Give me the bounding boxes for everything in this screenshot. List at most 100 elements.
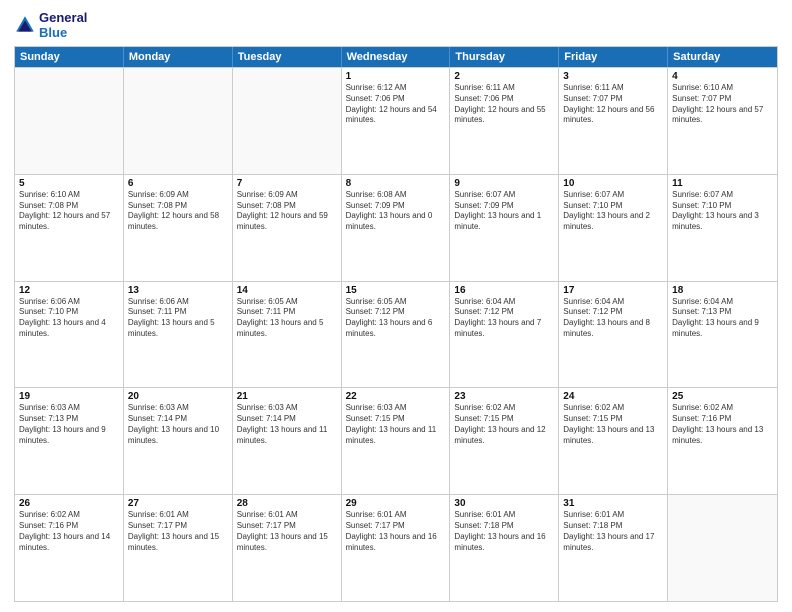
day-number: 7 [237, 178, 337, 189]
calendar-cell: 15Sunrise: 6:05 AM Sunset: 7:12 PM Dayli… [342, 282, 451, 388]
calendar-cell: 19Sunrise: 6:03 AM Sunset: 7:13 PM Dayli… [15, 388, 124, 494]
day-info: Sunrise: 6:04 AM Sunset: 7:13 PM Dayligh… [672, 297, 773, 340]
day-info: Sunrise: 6:04 AM Sunset: 7:12 PM Dayligh… [563, 297, 663, 340]
calendar-cell: 7Sunrise: 6:09 AM Sunset: 7:08 PM Daylig… [233, 175, 342, 281]
day-number: 17 [563, 285, 663, 296]
day-info: Sunrise: 6:07 AM Sunset: 7:09 PM Dayligh… [454, 190, 554, 233]
day-number: 28 [237, 498, 337, 509]
calendar-cell: 29Sunrise: 6:01 AM Sunset: 7:17 PM Dayli… [342, 495, 451, 601]
calendar-week-row: 5Sunrise: 6:10 AM Sunset: 7:08 PM Daylig… [15, 174, 777, 281]
day-number: 30 [454, 498, 554, 509]
day-info: Sunrise: 6:06 AM Sunset: 7:10 PM Dayligh… [19, 297, 119, 340]
day-info: Sunrise: 6:02 AM Sunset: 7:15 PM Dayligh… [454, 403, 554, 446]
day-info: Sunrise: 6:08 AM Sunset: 7:09 PM Dayligh… [346, 190, 446, 233]
calendar-cell: 1Sunrise: 6:12 AM Sunset: 7:06 PM Daylig… [342, 68, 451, 174]
calendar-cell: 25Sunrise: 6:02 AM Sunset: 7:16 PM Dayli… [668, 388, 777, 494]
weekday-header: Saturday [668, 47, 777, 67]
day-info: Sunrise: 6:02 AM Sunset: 7:15 PM Dayligh… [563, 403, 663, 446]
day-info: Sunrise: 6:11 AM Sunset: 7:06 PM Dayligh… [454, 83, 554, 126]
day-info: Sunrise: 6:01 AM Sunset: 7:17 PM Dayligh… [128, 510, 228, 553]
calendar-cell [15, 68, 124, 174]
calendar-week-row: 1Sunrise: 6:12 AM Sunset: 7:06 PM Daylig… [15, 67, 777, 174]
calendar-header: SundayMondayTuesdayWednesdayThursdayFrid… [15, 47, 777, 67]
day-number: 14 [237, 285, 337, 296]
day-info: Sunrise: 6:10 AM Sunset: 7:08 PM Dayligh… [19, 190, 119, 233]
weekday-header: Monday [124, 47, 233, 67]
logo-text: General Blue [39, 10, 87, 40]
day-number: 20 [128, 391, 228, 402]
logo: General Blue [14, 10, 87, 40]
day-number: 29 [346, 498, 446, 509]
day-info: Sunrise: 6:05 AM Sunset: 7:12 PM Dayligh… [346, 297, 446, 340]
calendar-cell: 18Sunrise: 6:04 AM Sunset: 7:13 PM Dayli… [668, 282, 777, 388]
day-number: 31 [563, 498, 663, 509]
day-info: Sunrise: 6:01 AM Sunset: 7:18 PM Dayligh… [454, 510, 554, 553]
calendar-cell: 10Sunrise: 6:07 AM Sunset: 7:10 PM Dayli… [559, 175, 668, 281]
day-number: 24 [563, 391, 663, 402]
weekday-header: Friday [559, 47, 668, 67]
calendar-cell: 5Sunrise: 6:10 AM Sunset: 7:08 PM Daylig… [15, 175, 124, 281]
calendar-cell: 16Sunrise: 6:04 AM Sunset: 7:12 PM Dayli… [450, 282, 559, 388]
day-number: 13 [128, 285, 228, 296]
day-info: Sunrise: 6:03 AM Sunset: 7:15 PM Dayligh… [346, 403, 446, 446]
day-info: Sunrise: 6:09 AM Sunset: 7:08 PM Dayligh… [237, 190, 337, 233]
calendar-cell: 6Sunrise: 6:09 AM Sunset: 7:08 PM Daylig… [124, 175, 233, 281]
day-info: Sunrise: 6:04 AM Sunset: 7:12 PM Dayligh… [454, 297, 554, 340]
day-number: 18 [672, 285, 773, 296]
calendar-cell: 22Sunrise: 6:03 AM Sunset: 7:15 PM Dayli… [342, 388, 451, 494]
calendar-cell: 9Sunrise: 6:07 AM Sunset: 7:09 PM Daylig… [450, 175, 559, 281]
calendar-cell: 11Sunrise: 6:07 AM Sunset: 7:10 PM Dayli… [668, 175, 777, 281]
day-info: Sunrise: 6:09 AM Sunset: 7:08 PM Dayligh… [128, 190, 228, 233]
day-info: Sunrise: 6:01 AM Sunset: 7:18 PM Dayligh… [563, 510, 663, 553]
day-number: 23 [454, 391, 554, 402]
day-info: Sunrise: 6:02 AM Sunset: 7:16 PM Dayligh… [19, 510, 119, 553]
day-number: 16 [454, 285, 554, 296]
day-number: 21 [237, 391, 337, 402]
day-number: 15 [346, 285, 446, 296]
weekday-header: Sunday [15, 47, 124, 67]
day-number: 9 [454, 178, 554, 189]
calendar-week-row: 12Sunrise: 6:06 AM Sunset: 7:10 PM Dayli… [15, 281, 777, 388]
day-info: Sunrise: 6:10 AM Sunset: 7:07 PM Dayligh… [672, 83, 773, 126]
day-number: 19 [19, 391, 119, 402]
day-number: 6 [128, 178, 228, 189]
day-info: Sunrise: 6:01 AM Sunset: 7:17 PM Dayligh… [346, 510, 446, 553]
day-number: 10 [563, 178, 663, 189]
calendar-cell: 3Sunrise: 6:11 AM Sunset: 7:07 PM Daylig… [559, 68, 668, 174]
weekday-header: Wednesday [342, 47, 451, 67]
day-number: 11 [672, 178, 773, 189]
day-info: Sunrise: 6:07 AM Sunset: 7:10 PM Dayligh… [672, 190, 773, 233]
weekday-header: Thursday [450, 47, 559, 67]
day-info: Sunrise: 6:11 AM Sunset: 7:07 PM Dayligh… [563, 83, 663, 126]
header: General Blue [14, 10, 778, 40]
day-info: Sunrise: 6:03 AM Sunset: 7:13 PM Dayligh… [19, 403, 119, 446]
calendar-cell: 28Sunrise: 6:01 AM Sunset: 7:17 PM Dayli… [233, 495, 342, 601]
calendar-cell: 24Sunrise: 6:02 AM Sunset: 7:15 PM Dayli… [559, 388, 668, 494]
calendar: SundayMondayTuesdayWednesdayThursdayFrid… [14, 46, 778, 602]
day-number: 2 [454, 71, 554, 82]
calendar-cell: 21Sunrise: 6:03 AM Sunset: 7:14 PM Dayli… [233, 388, 342, 494]
page: General Blue SundayMondayTuesdayWednesda… [0, 0, 792, 612]
calendar-cell: 31Sunrise: 6:01 AM Sunset: 7:18 PM Dayli… [559, 495, 668, 601]
day-number: 22 [346, 391, 446, 402]
calendar-cell: 20Sunrise: 6:03 AM Sunset: 7:14 PM Dayli… [124, 388, 233, 494]
logo-icon [14, 14, 36, 36]
day-number: 5 [19, 178, 119, 189]
calendar-cell: 12Sunrise: 6:06 AM Sunset: 7:10 PM Dayli… [15, 282, 124, 388]
calendar-cell: 26Sunrise: 6:02 AM Sunset: 7:16 PM Dayli… [15, 495, 124, 601]
calendar-cell: 23Sunrise: 6:02 AM Sunset: 7:15 PM Dayli… [450, 388, 559, 494]
calendar-cell [233, 68, 342, 174]
day-info: Sunrise: 6:01 AM Sunset: 7:17 PM Dayligh… [237, 510, 337, 553]
day-info: Sunrise: 6:02 AM Sunset: 7:16 PM Dayligh… [672, 403, 773, 446]
calendar-cell: 13Sunrise: 6:06 AM Sunset: 7:11 PM Dayli… [124, 282, 233, 388]
calendar-week-row: 19Sunrise: 6:03 AM Sunset: 7:13 PM Dayli… [15, 387, 777, 494]
day-number: 8 [346, 178, 446, 189]
day-info: Sunrise: 6:03 AM Sunset: 7:14 PM Dayligh… [237, 403, 337, 446]
calendar-cell: 30Sunrise: 6:01 AM Sunset: 7:18 PM Dayli… [450, 495, 559, 601]
day-info: Sunrise: 6:12 AM Sunset: 7:06 PM Dayligh… [346, 83, 446, 126]
calendar-cell: 14Sunrise: 6:05 AM Sunset: 7:11 PM Dayli… [233, 282, 342, 388]
day-number: 12 [19, 285, 119, 296]
day-info: Sunrise: 6:03 AM Sunset: 7:14 PM Dayligh… [128, 403, 228, 446]
calendar-cell [668, 495, 777, 601]
calendar-cell: 17Sunrise: 6:04 AM Sunset: 7:12 PM Dayli… [559, 282, 668, 388]
